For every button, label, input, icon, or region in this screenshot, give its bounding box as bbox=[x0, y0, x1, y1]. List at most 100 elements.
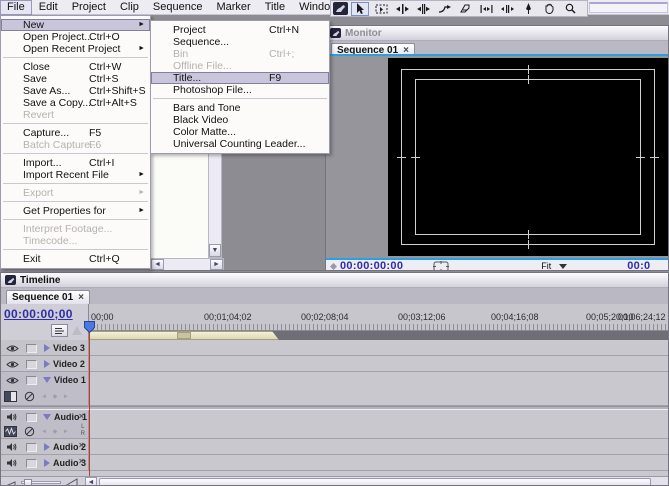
collapse-track-icon[interactable] bbox=[44, 459, 50, 467]
toggle-track-output-speaker-icon[interactable] bbox=[6, 442, 17, 452]
menu-item-open-project[interactable]: Open Project...Ctrl+O bbox=[1, 31, 150, 43]
collapse-track-icon[interactable] bbox=[44, 344, 50, 352]
track-select-tool[interactable] bbox=[372, 2, 390, 16]
menubar-project[interactable]: Project bbox=[65, 0, 113, 15]
track-name[interactable]: Video 2 bbox=[53, 359, 85, 369]
track-row-audio1[interactable]: Audio 1 × ◄ ◆ ► L R bbox=[1, 410, 668, 439]
menubar-edit[interactable]: Edit bbox=[32, 0, 65, 15]
timeline-tab-sequence01[interactable]: Sequence 01 × bbox=[6, 290, 90, 304]
menubar-clip[interactable]: Clip bbox=[113, 0, 146, 15]
zoom-out-icon[interactable] bbox=[6, 478, 17, 486]
track-row-audio3[interactable]: Audio 3 × bbox=[1, 455, 668, 471]
track-header-audio2[interactable]: Audio 2 × bbox=[1, 439, 89, 454]
sync-lock-well[interactable] bbox=[26, 413, 37, 422]
hand-tool[interactable] bbox=[540, 2, 558, 16]
menu-item-save-a-copy[interactable]: Save a Copy...Ctrl+Alt+S bbox=[1, 97, 150, 109]
menubar-file[interactable]: File bbox=[0, 0, 32, 15]
snap-toggle-button[interactable] bbox=[51, 324, 68, 337]
track-x-icon[interactable]: × bbox=[79, 411, 84, 421]
work-area-handle[interactable] bbox=[177, 332, 191, 339]
menu-item-photoshop-file[interactable]: Photoshop File... bbox=[151, 84, 329, 96]
scroll-right-button[interactable]: ► bbox=[210, 259, 223, 270]
menu-item-capture[interactable]: Capture...F5 bbox=[1, 127, 150, 139]
scrollbar-thumb[interactable] bbox=[99, 478, 651, 486]
menu-item-universal-counting-leader[interactable]: Universal Counting Leader... bbox=[151, 138, 329, 150]
selection-tool[interactable] bbox=[351, 2, 369, 16]
menu-item-close[interactable]: CloseCtrl+W bbox=[1, 61, 150, 73]
rolling-edit-tool[interactable] bbox=[414, 2, 432, 16]
sync-lock-well[interactable] bbox=[26, 459, 37, 468]
sync-lock-well[interactable] bbox=[26, 344, 37, 353]
marker-well-icon[interactable] bbox=[72, 326, 82, 335]
track-header-video1[interactable]: Video 1 ◄ ◆ ► bbox=[1, 372, 89, 405]
menu-item-title[interactable]: Title...F9 bbox=[151, 72, 329, 84]
menu-item-new[interactable]: New ► bbox=[1, 19, 150, 31]
toggle-track-output-eye-icon[interactable] bbox=[6, 376, 19, 385]
track-row-video1[interactable]: Video 1 ◄ ◆ ► bbox=[1, 372, 668, 406]
monitor-zoom-select[interactable]: Fit bbox=[541, 261, 551, 271]
scroll-left-button[interactable]: ◄ bbox=[151, 259, 164, 270]
sync-lock-well[interactable] bbox=[26, 376, 37, 385]
show-keyframes-icon[interactable] bbox=[24, 391, 35, 402]
zoom-tool[interactable] bbox=[561, 2, 579, 16]
toggle-track-output-speaker-icon[interactable] bbox=[6, 412, 17, 422]
sync-lock-well[interactable] bbox=[26, 360, 37, 369]
slip-tool[interactable] bbox=[477, 2, 495, 16]
menu-item-exit[interactable]: ExitCtrl+Q bbox=[1, 253, 150, 265]
collapse-track-icon[interactable] bbox=[44, 360, 50, 368]
zoom-slider[interactable] bbox=[21, 481, 61, 484]
ripple-edit-tool[interactable] bbox=[393, 2, 411, 16]
toggle-track-output-eye-icon[interactable] bbox=[6, 344, 19, 353]
chevron-down-icon[interactable] bbox=[559, 264, 567, 269]
menu-item-get-properties-for[interactable]: Get Properties for ► bbox=[1, 205, 150, 217]
expand-track-icon[interactable] bbox=[43, 414, 51, 420]
keyframe-navigator[interactable]: ◄ ◆ ► bbox=[41, 393, 71, 400]
menu-item-import-recent-file[interactable]: Import Recent File ► bbox=[1, 169, 150, 181]
pen-tool[interactable] bbox=[519, 2, 537, 16]
project-vertical-scrollbar[interactable]: ▼ bbox=[208, 150, 222, 258]
safe-margins-button[interactable] bbox=[433, 261, 449, 272]
menu-item-import[interactable]: Import...Ctrl+I bbox=[1, 157, 150, 169]
menu-item-save[interactable]: SaveCtrl+S bbox=[1, 73, 150, 85]
track-name[interactable]: Video 1 bbox=[54, 375, 86, 385]
menu-item-save-as[interactable]: Save As...Ctrl+Shift+S bbox=[1, 85, 150, 97]
menu-item-color-matte[interactable]: Color Matte... bbox=[151, 126, 329, 138]
timeline-horizontal-scrollbar[interactable]: ◄ bbox=[85, 477, 668, 486]
expand-track-icon[interactable] bbox=[43, 377, 51, 383]
menubar-marker[interactable]: Marker bbox=[209, 0, 257, 15]
zoom-in-icon[interactable] bbox=[65, 477, 79, 486]
menu-item-black-video[interactable]: Black Video bbox=[151, 114, 329, 126]
track-header-video2[interactable]: Video 2 bbox=[1, 356, 89, 371]
zoom-slider-handle[interactable] bbox=[24, 479, 32, 486]
scroll-left-button[interactable]: ◄ bbox=[85, 477, 97, 486]
monitor-current-timecode[interactable]: 00:00:00:00 bbox=[340, 260, 403, 271]
menubar-title[interactable]: Title bbox=[258, 0, 292, 15]
show-keyframes-icon[interactable] bbox=[24, 426, 35, 437]
track-row-audio2[interactable]: Audio 2 × bbox=[1, 439, 668, 455]
toggle-track-output-speaker-icon[interactable] bbox=[6, 458, 17, 468]
sync-lock-well[interactable] bbox=[26, 443, 37, 452]
slide-tool[interactable] bbox=[498, 2, 516, 16]
collapse-track-icon[interactable] bbox=[44, 443, 50, 451]
track-x-icon[interactable]: × bbox=[79, 456, 84, 466]
menu-item-open-recent-project[interactable]: Open Recent Project ► bbox=[1, 43, 150, 55]
menu-item-project[interactable]: ProjectCtrl+N bbox=[151, 24, 329, 36]
rate-stretch-tool[interactable] bbox=[435, 2, 453, 16]
set-display-style-icon[interactable] bbox=[4, 391, 17, 402]
track-header-audio1[interactable]: Audio 1 × ◄ ◆ ► L R bbox=[1, 410, 89, 438]
timeline-ruler[interactable]: 00;00 00;01;04;02 00;02;08;04 00;03;12;0… bbox=[89, 304, 668, 331]
toggle-track-output-eye-icon[interactable] bbox=[6, 360, 19, 369]
set-display-style-icon[interactable] bbox=[4, 426, 17, 437]
close-icon[interactable]: × bbox=[78, 293, 84, 303]
monitor-title-bar[interactable]: Monitor bbox=[326, 26, 668, 41]
menu-item-sequence[interactable]: Sequence... bbox=[151, 36, 329, 48]
playhead-marker[interactable] bbox=[84, 321, 95, 333]
track-row-video2[interactable]: Video 2 bbox=[1, 356, 668, 372]
keyframe-navigator[interactable]: ◄ ◆ ► bbox=[41, 428, 71, 435]
scroll-down-button[interactable]: ▼ bbox=[209, 244, 221, 257]
timeline-title-bar[interactable]: Timeline bbox=[1, 273, 668, 288]
timeline-current-timecode[interactable]: 00:00:00;00 bbox=[4, 307, 73, 321]
menubar-sequence[interactable]: Sequence bbox=[146, 0, 210, 15]
current-time-indicator[interactable] bbox=[89, 331, 90, 476]
track-x-icon[interactable]: × bbox=[79, 440, 84, 450]
